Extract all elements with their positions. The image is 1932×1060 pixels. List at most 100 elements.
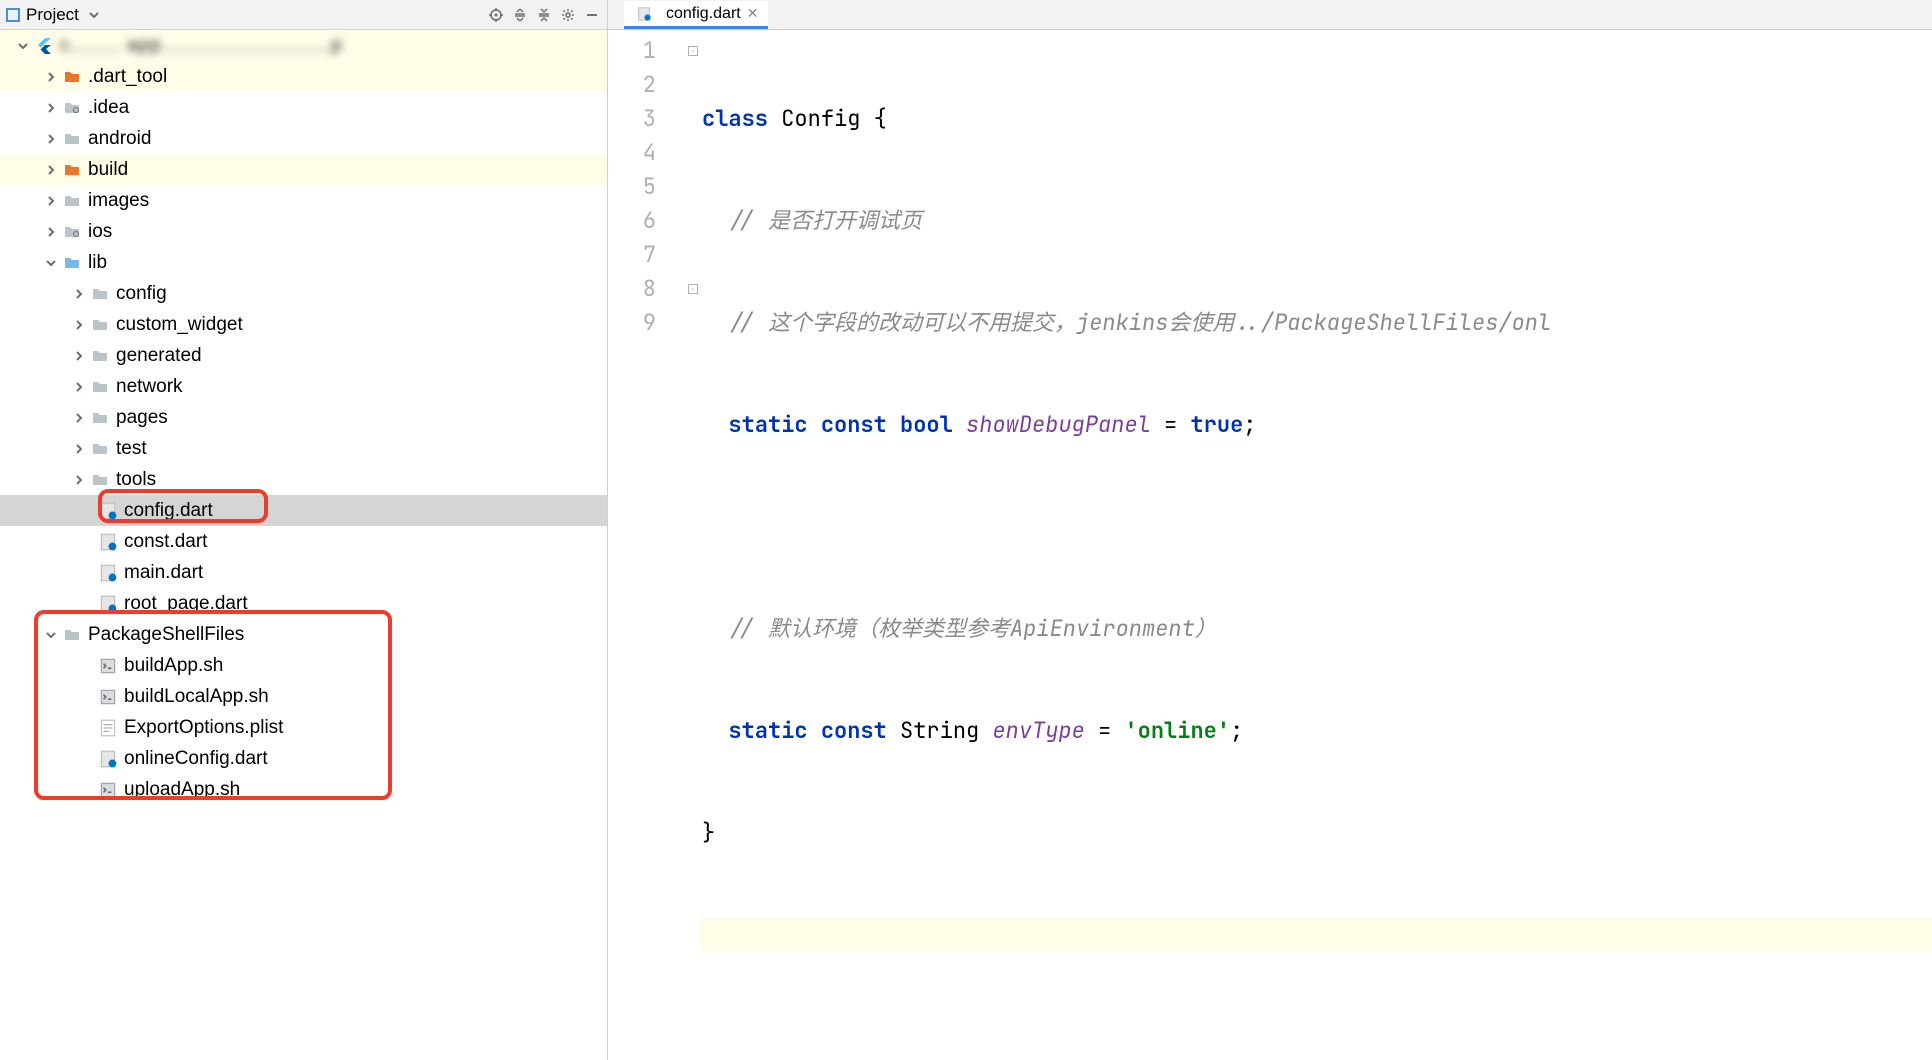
tree-item[interactable]: .idea	[0, 92, 607, 123]
app-root: Project	[0, 0, 1932, 1060]
tree-item[interactable]: ExportOptions.plist	[0, 712, 607, 743]
project-selector[interactable]: Project	[6, 5, 103, 25]
dart-file-icon	[634, 4, 654, 24]
line-number: 2	[608, 68, 656, 102]
tree-item[interactable]: pages	[0, 402, 607, 433]
tree-item-label: generated	[116, 340, 202, 371]
tree-item[interactable]: config	[0, 278, 607, 309]
tree-item[interactable]: generated	[0, 340, 607, 371]
minimize-icon[interactable]	[583, 6, 601, 24]
tree-item[interactable]: build	[0, 154, 607, 185]
folder-icon	[90, 377, 110, 397]
tree-item[interactable]: root_page.dart	[0, 588, 607, 619]
code-token: envType	[992, 716, 1084, 745]
chevron-right-icon[interactable]	[72, 473, 86, 487]
folder-icon	[62, 160, 82, 180]
code-token: const	[821, 410, 887, 439]
tree-item[interactable]: .dart_tool	[0, 61, 607, 92]
code-comment: // 这个字段的改动可以不用提交，jenkins会使用../PackageShe…	[728, 308, 1551, 337]
chevron-right-icon[interactable]	[44, 101, 58, 115]
chevron-right-icon[interactable]	[72, 411, 86, 425]
fold-toggle-icon[interactable]: −	[688, 46, 698, 56]
line-number: 9	[608, 306, 656, 340]
code-body[interactable]: class Config { // 是否打开调试页 // 这个字段的改动可以不用…	[700, 30, 1932, 1060]
close-icon[interactable]: ✕	[747, 5, 759, 22]
tree-item[interactable]: test	[0, 433, 607, 464]
shell-file-icon	[98, 780, 118, 800]
chevron-right-icon[interactable]	[44, 132, 58, 146]
project-tree[interactable]: c........ app...........................…	[0, 30, 607, 1060]
editor-area: config.dart ✕ 1 2 3 4 5 6 7 8 9 − −	[608, 0, 1932, 1060]
tree-item-label: build	[88, 154, 128, 185]
folder-icon	[62, 129, 82, 149]
chevron-right-icon[interactable]	[72, 349, 86, 363]
tree-item[interactable]: ios	[0, 216, 607, 247]
tree-item[interactable]: main.dart	[0, 557, 607, 588]
target-icon[interactable]	[487, 6, 505, 24]
chevron-down-icon	[85, 6, 103, 24]
folder-icon	[62, 253, 82, 273]
chevron-right-icon[interactable]	[72, 318, 86, 332]
tree-item[interactable]: custom_widget	[0, 309, 607, 340]
code-token: {	[874, 104, 887, 133]
editor-tab-bar: config.dart ✕	[608, 0, 1932, 30]
editor-tab-label: config.dart	[666, 5, 741, 23]
code-comment: // 默认环境（枚举类型参考ApiEnvironment）	[728, 614, 1216, 643]
tree-item[interactable]: lib	[0, 247, 607, 278]
tree-item[interactable]: tools	[0, 464, 607, 495]
tree-item[interactable]: const.dart	[0, 526, 607, 557]
tree-item[interactable]: buildApp.sh	[0, 650, 607, 681]
tree-item-label: .dart_tool	[88, 61, 167, 92]
tree-item-label: network	[116, 371, 183, 402]
shell-file-icon	[98, 656, 118, 676]
tree-item[interactable]: onlineConfig.dart	[0, 743, 607, 774]
line-number: 6	[608, 204, 656, 238]
dart-file-icon	[98, 532, 118, 552]
project-label-text: Project	[26, 5, 79, 25]
tree-item[interactable]: images	[0, 185, 607, 216]
folder-gear-icon	[62, 98, 82, 118]
code-token: 'online'	[1124, 716, 1230, 745]
chevron-right-icon[interactable]	[72, 442, 86, 456]
tree-item-label: config	[116, 278, 167, 309]
code-token: bool	[900, 410, 953, 439]
code-token: showDebugPanel	[966, 410, 1151, 439]
tree-item[interactable]: buildLocalApp.sh	[0, 681, 607, 712]
line-number: 8	[608, 272, 656, 306]
tree-item[interactable]: network	[0, 371, 607, 402]
chevron-right-icon[interactable]	[44, 225, 58, 239]
gear-icon[interactable]	[559, 6, 577, 24]
chevron-down-icon[interactable]	[16, 39, 30, 53]
tree-item-label: images	[88, 185, 149, 216]
tree-item-packageshellfiles[interactable]: PackageShellFiles	[0, 619, 607, 650]
fold-end-icon: −	[688, 284, 698, 294]
chevron-right-icon[interactable]	[44, 163, 58, 177]
chevron-right-icon[interactable]	[72, 380, 86, 394]
dart-file-icon	[98, 563, 118, 583]
chevron-down-icon[interactable]	[44, 628, 58, 642]
code-token: =	[1085, 716, 1125, 745]
chevron-down-icon[interactable]	[44, 256, 58, 270]
code-token: String	[900, 716, 979, 745]
dart-file-icon	[98, 594, 118, 614]
tree-item-label: test	[116, 433, 147, 464]
tree-item[interactable]: uploadApp.sh	[0, 774, 607, 805]
tree-item-config-dart[interactable]: config.dart	[0, 495, 607, 526]
plist-file-icon	[98, 718, 118, 738]
editor-tab[interactable]: config.dart ✕	[624, 1, 768, 29]
folder-icon	[62, 625, 82, 645]
dart-file-icon	[98, 749, 118, 769]
expand-all-icon[interactable]	[511, 6, 529, 24]
chevron-right-icon[interactable]	[44, 70, 58, 84]
tree-root-row[interactable]: c........ app...........................…	[0, 30, 607, 61]
collapse-all-icon[interactable]	[535, 6, 553, 24]
chevron-right-icon[interactable]	[44, 194, 58, 208]
tree-item[interactable]: android	[0, 123, 607, 154]
tree-item-label: tools	[116, 464, 156, 495]
folder-icon	[90, 346, 110, 366]
tree-item-label: config.dart	[124, 495, 213, 526]
line-number: 1	[608, 34, 656, 68]
code-editor[interactable]: 1 2 3 4 5 6 7 8 9 − − class Config { // …	[608, 30, 1932, 1060]
chevron-right-icon[interactable]	[72, 287, 86, 301]
code-token: static	[728, 716, 807, 745]
